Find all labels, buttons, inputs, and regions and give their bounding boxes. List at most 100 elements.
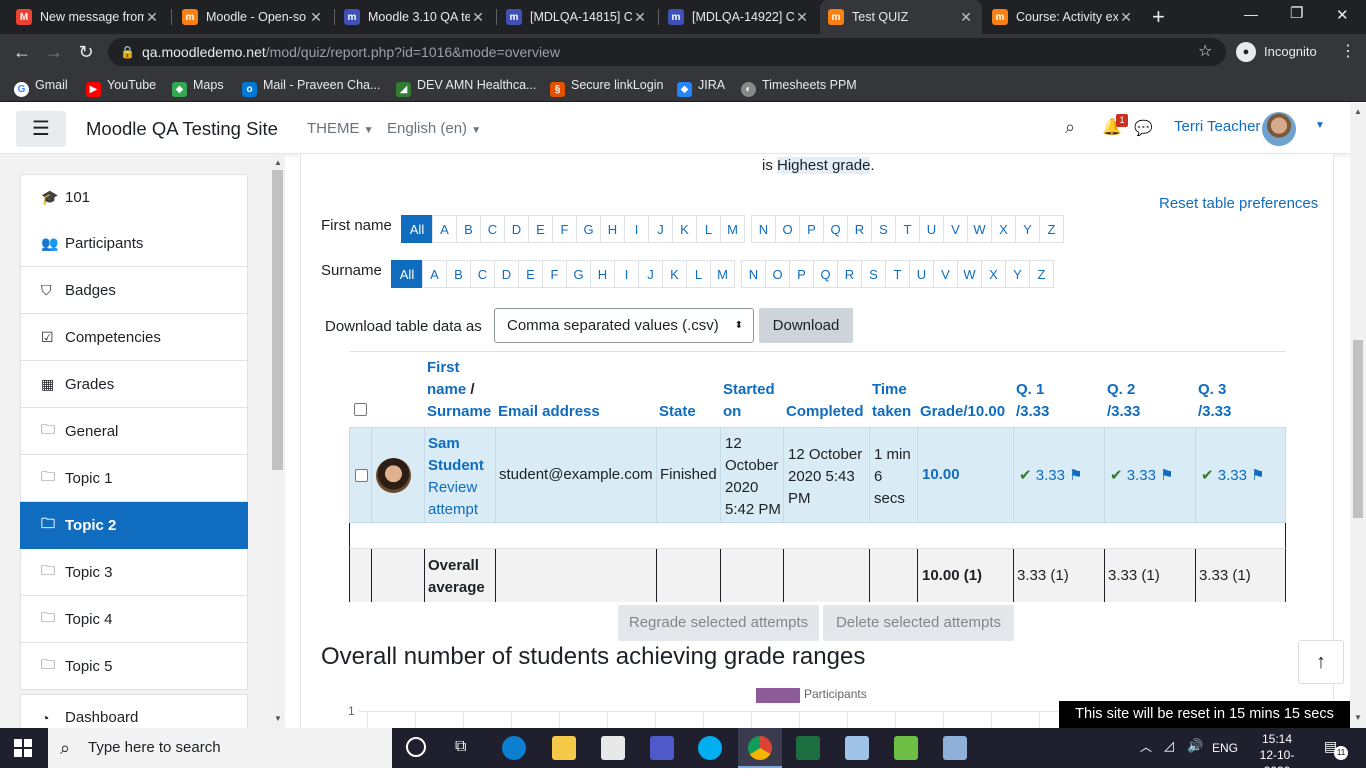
sidebar-item-topic-4[interactable]: 🗀 Topic 4 — [20, 596, 248, 643]
reload-icon[interactable]: ↻ — [74, 40, 98, 64]
q1-cell[interactable]: ✔ 3.33 ⚑ — [1019, 466, 1083, 484]
surname-initial-h[interactable]: H — [590, 260, 615, 288]
drawer-scrollbar[interactable]: ▲ ▼ — [270, 154, 285, 728]
regrade-selected-button[interactable]: Regrade selected attempts — [618, 605, 819, 641]
surname-initial-u[interactable]: U — [909, 260, 934, 288]
taskbar-search-box[interactable]: ⌕ Type here to search — [48, 728, 392, 768]
windows-start-icon[interactable] — [14, 739, 32, 757]
window-close-icon[interactable]: ✕ — [1336, 6, 1349, 24]
surname-initial-x[interactable]: X — [981, 260, 1006, 288]
column-header-state[interactable]: State — [659, 401, 696, 423]
sidebar-item-topic-5[interactable]: 🗀 Topic 5 — [20, 643, 248, 690]
surname-initial-i[interactable]: I — [614, 260, 639, 288]
cortana-icon[interactable] — [406, 737, 426, 757]
star-icon[interactable]: ☆ — [1198, 38, 1212, 66]
bookmark-jira[interactable]: ◆ JIRA — [677, 70, 725, 102]
paint-icon[interactable] — [943, 736, 967, 760]
network-icon[interactable]: ◿ — [1164, 738, 1174, 754]
q3-cell[interactable]: ✔ 3.33 ⚑ — [1201, 466, 1265, 484]
firstname-initial-l[interactable]: L — [696, 215, 721, 243]
firstname-initial-d[interactable]: D — [504, 215, 529, 243]
sidebar-item-101[interactable]: 🎓 101 — [20, 174, 248, 221]
language-menu[interactable]: English (en) ▼ — [387, 103, 481, 156]
new-tab-icon[interactable]: + — [1152, 4, 1165, 30]
browser-tab[interactable]: m [MDLQA-14922] C ✕ — [660, 0, 818, 34]
caret-down-icon[interactable]: ▼ — [1315, 120, 1325, 131]
column-header-q3[interactable]: Q. 3/3.33 — [1198, 379, 1231, 423]
surname-initial-l[interactable]: L — [686, 260, 711, 288]
column-header-name[interactable]: First name / Surname — [427, 357, 491, 423]
surname-initial-z[interactable]: Z — [1029, 260, 1054, 288]
sidebar-item-topic-3[interactable]: 🗀 Topic 3 — [20, 549, 248, 596]
firstname-initial-r[interactable]: R — [847, 215, 872, 243]
flag-icon[interactable]: ⚑ — [1160, 467, 1173, 484]
surname-initial-p[interactable]: P — [789, 260, 814, 288]
chrome-taskbar-button[interactable] — [738, 728, 782, 768]
chevron-up-icon[interactable]: ︿ — [1140, 738, 1152, 755]
close-icon[interactable]: ✕ — [794, 9, 810, 26]
download-button[interactable]: Download — [759, 308, 853, 343]
firstname-initial-i[interactable]: I — [624, 215, 649, 243]
firstname-initial-all[interactable]: All — [401, 215, 433, 243]
student-first-name-link[interactable]: Sam — [428, 435, 460, 452]
clock[interactable]: 15:14 12-10-2020 — [1249, 731, 1305, 779]
surname-initial-w[interactable]: W — [957, 260, 982, 288]
close-icon[interactable]: ✕ — [308, 9, 324, 26]
flag-icon[interactable]: ⚑ — [1069, 467, 1082, 484]
firstname-initial-v[interactable]: V — [943, 215, 968, 243]
surname-initial-s[interactable]: S — [861, 260, 886, 288]
surname-initial-o[interactable]: O — [765, 260, 790, 288]
firstname-initial-b[interactable]: B — [456, 215, 481, 243]
firstname-initial-q[interactable]: Q — [823, 215, 848, 243]
sidebar-item-topic-2[interactable]: 🗀 Topic 2 — [20, 502, 248, 549]
firstname-initial-p[interactable]: P — [799, 215, 824, 243]
firstname-initial-k[interactable]: K — [672, 215, 697, 243]
task-view-icon[interactable]: ⧉ — [455, 738, 466, 756]
q2-cell[interactable]: ✔ 3.33 ⚑ — [1110, 466, 1174, 484]
chat-icon[interactable]: 💬 — [1134, 119, 1153, 137]
hamburger-menu-button[interactable]: ☰ — [16, 111, 66, 147]
column-header-grade[interactable]: Grade/10.00 — [920, 401, 1005, 423]
edge-icon[interactable] — [502, 736, 526, 760]
review-attempt-link[interactable]: attempt — [428, 501, 478, 518]
file-explorer-icon[interactable] — [552, 736, 576, 760]
browser-tab[interactable]: m Moodle 3.10 QA te ✕ — [336, 0, 494, 34]
reset-table-preferences-link[interactable]: Reset table preferences — [1159, 195, 1318, 212]
surname-initial-b[interactable]: B — [446, 260, 471, 288]
surname-initial-all[interactable]: All — [391, 260, 423, 288]
firstname-initial-f[interactable]: F — [552, 215, 577, 243]
menu-kebab-icon[interactable]: ⋮ — [1340, 34, 1356, 70]
bookmark-secure-link[interactable]: § Secure linkLogin — [550, 70, 663, 102]
sidebar-item-competencies[interactable]: ☑ Competencies — [20, 314, 248, 361]
firstname-initial-h[interactable]: H — [600, 215, 625, 243]
close-icon[interactable]: ✕ — [958, 9, 974, 26]
firstname-initial-s[interactable]: S — [871, 215, 896, 243]
firstname-initial-g[interactable]: G — [576, 215, 601, 243]
scroll-thumb[interactable] — [1353, 340, 1363, 518]
browser-tab[interactable]: M New message from ✕ — [8, 0, 168, 34]
surname-initial-d[interactable]: D — [494, 260, 519, 288]
firstname-initial-c[interactable]: C — [480, 215, 505, 243]
student-last-name-link[interactable]: Student — [428, 457, 484, 474]
firstname-initial-j[interactable]: J — [648, 215, 673, 243]
close-icon[interactable]: ✕ — [1118, 9, 1134, 26]
sidebar-item-topic-1[interactable]: 🗀 Topic 1 — [20, 455, 248, 502]
close-icon[interactable]: ✕ — [470, 9, 486, 26]
volume-icon[interactable]: 🔊 — [1187, 738, 1203, 754]
surname-initial-j[interactable]: J — [638, 260, 663, 288]
bookmark-dev-amn[interactable]: ◢ DEV AMN Healthca... — [396, 70, 537, 102]
bookmark-timesheets[interactable]: ◐ Timesheets PPM — [741, 70, 857, 102]
surname-initial-y[interactable]: Y — [1005, 260, 1030, 288]
firstname-initial-w[interactable]: W — [967, 215, 992, 243]
grade-link[interactable]: 10.00 — [922, 466, 960, 483]
download-format-select[interactable]: Comma separated values (.csv) ⬍ — [494, 308, 754, 343]
app-icon[interactable] — [894, 736, 918, 760]
page-scrollbar[interactable]: ▲ ▼ — [1350, 103, 1366, 728]
scroll-up-icon[interactable]: ▲ — [1354, 107, 1362, 116]
flag-icon[interactable]: ⚑ — [1251, 467, 1264, 484]
minimize-icon[interactable]: — — [1244, 6, 1258, 22]
user-name[interactable]: Terri Teacher — [1174, 103, 1260, 151]
column-header-time-taken[interactable]: Time taken — [872, 379, 911, 423]
sidebar-item-grades[interactable]: ▦ Grades — [20, 361, 248, 408]
firstname-initial-u[interactable]: U — [919, 215, 944, 243]
